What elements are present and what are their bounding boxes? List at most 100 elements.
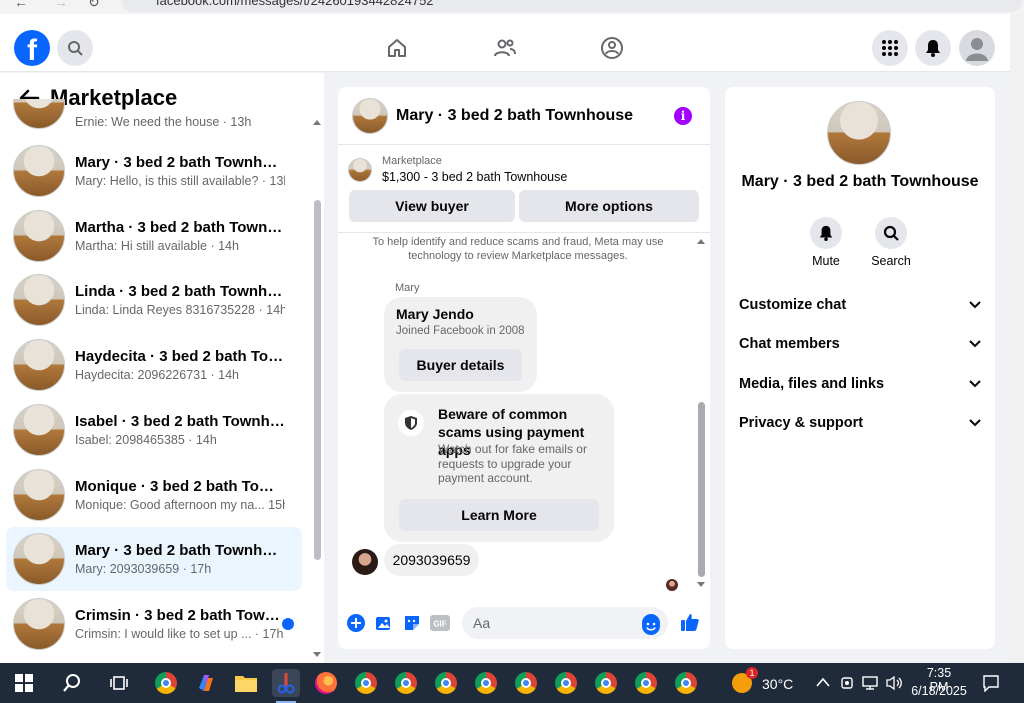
- account-avatar[interactable]: [959, 30, 995, 66]
- windows-taskbar: 1 30°C 7:35 PM 6/18/2025: [0, 663, 1024, 703]
- chrome-taskbar-6[interactable]: [512, 669, 540, 697]
- conversation-preview: Mary: Hello, is this still available? · …: [75, 174, 285, 188]
- chevron-down-icon: [969, 340, 981, 348]
- info-section[interactable]: Chat members: [739, 334, 981, 354]
- info-icon[interactable]: i: [674, 107, 692, 125]
- chat-scrollbar[interactable]: [696, 237, 706, 592]
- back-icon[interactable]: ←: [14, 0, 28, 10]
- photo-button[interactable]: [374, 613, 394, 633]
- conversation-item[interactable]: Isabel · 3 bed 2 bath Townhouse Isabel: 2…: [6, 398, 302, 462]
- search-icon: [63, 674, 80, 692]
- gif-button[interactable]: GIF: [430, 613, 450, 633]
- groups-nav[interactable]: [598, 34, 626, 62]
- info-section[interactable]: Media, files and links: [739, 374, 981, 394]
- read-receipt-avatar: [666, 579, 678, 591]
- scroll-down-icon[interactable]: [312, 651, 322, 659]
- chrome-taskbar-4[interactable]: [432, 669, 460, 697]
- menu-button[interactable]: [872, 30, 908, 66]
- listing-avatar: [13, 597, 65, 650]
- forward-icon[interactable]: →: [54, 0, 68, 10]
- friends-nav[interactable]: [491, 34, 519, 62]
- chat-header: Mary · 3 bed 2 bath Townhouse i: [338, 87, 710, 145]
- chat-scroll-thumb[interactable]: [698, 402, 705, 577]
- conversation-item[interactable]: Mary · 3 bed 2 bath Townhouse Mary: 20930…: [6, 527, 302, 592]
- file-explorer-taskbar[interactable]: [232, 669, 260, 697]
- search-icon: [68, 41, 83, 56]
- conversation-preview: Linda: Linda Reyes 8316735228 · 14h: [75, 303, 285, 318]
- home-nav[interactable]: [383, 34, 411, 62]
- chrome-taskbar-7[interactable]: [552, 669, 580, 697]
- divider: [338, 232, 710, 233]
- conversation-partial[interactable]: Ernie: We need the house · 13h: [6, 99, 302, 133]
- listing-avatar: [13, 209, 65, 262]
- page-scrollbar[interactable]: [1010, 14, 1024, 663]
- sticker-button[interactable]: [402, 613, 422, 633]
- info-avatar[interactable]: [827, 101, 891, 165]
- listing-avatar: [13, 533, 65, 586]
- meet-now-icon[interactable]: [840, 675, 854, 691]
- volume-icon[interactable]: [886, 675, 904, 691]
- chrome-taskbar-10[interactable]: [672, 669, 700, 697]
- message-input[interactable]: Aa: [462, 607, 668, 639]
- notification-center-icon[interactable]: [982, 674, 1000, 692]
- facebook-logo[interactable]: f: [14, 30, 50, 66]
- info-section[interactable]: Privacy & support: [739, 413, 981, 433]
- chrome-taskbar-5[interactable]: [472, 669, 500, 697]
- weather-widget[interactable]: 1: [728, 667, 758, 697]
- add-attachment-button[interactable]: [346, 613, 366, 633]
- chat-scroll-down-icon[interactable]: [696, 581, 706, 589]
- conversation-item[interactable]: Crimsin · 3 bed 2 bath Townho... Crimsin:…: [6, 592, 302, 656]
- conversation-item[interactable]: Haydecita · 3 bed 2 bath Townh... Haydeci…: [6, 333, 302, 397]
- windows-icon: [15, 674, 33, 692]
- chrome-taskbar-8[interactable]: [592, 669, 620, 697]
- sidebar-scrollbar[interactable]: [312, 118, 322, 663]
- network-icon[interactable]: [862, 675, 880, 691]
- folder-icon: [235, 676, 257, 692]
- snipping-tool-taskbar[interactable]: [272, 669, 300, 697]
- chrome-taskbar-9[interactable]: [632, 669, 660, 697]
- reload-icon[interactable]: ↻: [88, 0, 100, 11]
- clock-date[interactable]: 6/18/2025: [910, 684, 968, 698]
- listing-summary[interactable]: Marketplace $1,300 - 3 bed 2 bath Townho…: [348, 155, 567, 184]
- address-bar[interactable]: facebook.com/messages/t/2426019344282475…: [122, 0, 1022, 12]
- more-options-button[interactable]: More options: [519, 190, 699, 222]
- view-buyer-button[interactable]: View buyer: [349, 190, 515, 222]
- chrome-taskbar-3[interactable]: [392, 669, 420, 697]
- temperature[interactable]: 30°C: [762, 676, 793, 692]
- chat-title[interactable]: Mary · 3 bed 2 bath Townhouse: [396, 107, 633, 125]
- task-view-button[interactable]: [105, 669, 133, 697]
- info-section[interactable]: Customize chat: [739, 295, 981, 315]
- learn-more-button[interactable]: Learn More: [399, 499, 599, 531]
- conversation-item[interactable]: Monique · 3 bed 2 bath Townho... Monique:…: [6, 463, 302, 527]
- firefox-taskbar[interactable]: [312, 669, 340, 697]
- scroll-up-icon[interactable]: [312, 118, 322, 126]
- conversation-item[interactable]: Mary · 3 bed 2 bath Townhouse Mary: Hello…: [6, 139, 302, 203]
- chrome-taskbar-2[interactable]: [352, 669, 380, 697]
- copilot-taskbar[interactable]: [192, 669, 220, 697]
- chat-panel: Mary · 3 bed 2 bath Townhouse i Marketpl…: [338, 87, 710, 649]
- buyer-details-button[interactable]: Buyer details: [399, 349, 522, 381]
- emoji-icon[interactable]: [642, 614, 660, 635]
- profile-icon: [966, 38, 988, 61]
- start-button[interactable]: [10, 669, 38, 697]
- chat-avatar[interactable]: [352, 97, 388, 134]
- like-button[interactable]: [679, 611, 701, 633]
- chrome-taskbar-1[interactable]: [152, 669, 180, 697]
- conversation-item[interactable]: Linda · 3 bed 2 bath Townhouse Linda: Lin…: [6, 268, 302, 332]
- info-section-label: Chat members: [739, 336, 840, 352]
- friends-icon: [494, 39, 516, 57]
- message-bubble[interactable]: 2093039659: [384, 544, 479, 576]
- search-taskbar-button[interactable]: [58, 669, 86, 697]
- chat-scroll-up-icon[interactable]: [696, 237, 706, 245]
- home-icon: [388, 39, 406, 57]
- search-button[interactable]: [57, 30, 93, 66]
- chrome-icon: [475, 672, 497, 694]
- info-section-label: Privacy & support: [739, 415, 864, 431]
- search-action[interactable]: Search: [867, 217, 915, 268]
- sender-avatar[interactable]: [352, 549, 378, 575]
- mute-action[interactable]: Mute: [802, 217, 850, 268]
- tray-chevron-up-icon[interactable]: [816, 677, 830, 687]
- sidebar-scroll-thumb[interactable]: [314, 200, 321, 560]
- conversation-item[interactable]: Martha · 3 bed 2 bath Townhouse Martha: H…: [6, 204, 302, 268]
- notifications-button[interactable]: [915, 30, 951, 66]
